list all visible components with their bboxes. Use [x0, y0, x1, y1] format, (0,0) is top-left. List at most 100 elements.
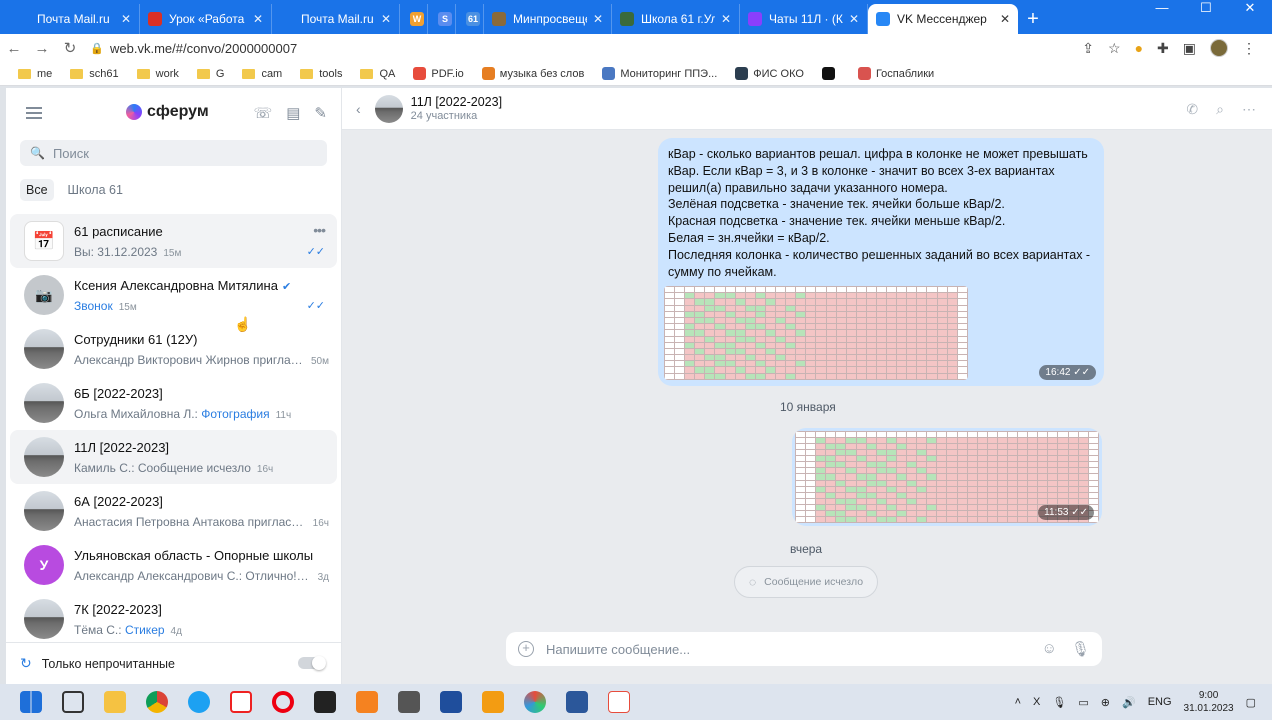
image-message[interactable]: 11:53 ✓✓: [792, 428, 1102, 526]
chat-list-item[interactable]: 6Б [2022-2023] Ольга Михайловна Л.: Фотог…: [10, 376, 337, 430]
browser-tab[interactable]: Чаты 11Л · (Корп ✕: [740, 4, 868, 34]
call-icon[interactable]: ✆: [1186, 101, 1198, 118]
minimize-icon[interactable]: —: [1140, 0, 1184, 18]
filter-all[interactable]: Все: [20, 179, 54, 201]
extension-badge-icon[interactable]: ●: [1135, 40, 1143, 56]
app-multicolor-icon[interactable]: [524, 691, 546, 713]
reload-icon[interactable]: ↻: [56, 39, 84, 57]
bookmark-item[interactable]: Мониторинг ППЭ...: [602, 67, 717, 80]
share-icon[interactable]: ⇪: [1082, 40, 1094, 57]
url-field[interactable]: 🔒 web.vk.me/#/convo/2000000007: [90, 36, 1082, 60]
tray-x-icon[interactable]: X: [1033, 696, 1040, 708]
close-tab-icon[interactable]: ✕: [1000, 12, 1010, 26]
bookmark-item[interactable]: Госпаблики: [857, 67, 934, 80]
menu-icon[interactable]: [26, 107, 42, 119]
word-icon[interactable]: [566, 691, 588, 713]
search-icon[interactable]: ⌕: [1216, 101, 1224, 118]
bookmark-item[interactable]: QA: [360, 68, 395, 80]
tray-mic-icon[interactable]: 🎙: [1052, 696, 1066, 709]
taskbar-clock[interactable]: 9:00 31.01.2023: [1184, 689, 1234, 715]
bookmark-item[interactable]: G: [196, 68, 224, 80]
opera-icon[interactable]: [272, 691, 294, 713]
browser-tab[interactable]: Почта Mail.ru ✕: [8, 4, 140, 34]
new-tab-icon[interactable]: +: [1018, 4, 1048, 34]
chat-list-item[interactable]: 📷 Ксения Александровна Митялина ✔ Звонок 15м…: [10, 268, 337, 322]
close-tab-icon[interactable]: ✕: [121, 12, 131, 26]
chat-list-item[interactable]: 📅 61 расписание Вы: 31.12.2023 15м ✓✓ •••: [10, 214, 337, 268]
close-tab-icon[interactable]: ✕: [593, 12, 603, 26]
chat-list-item[interactable]: 7К [2022-2023] Тёма С.: Стикер 4д: [10, 592, 337, 646]
bookmark-item[interactable]: cam: [242, 68, 282, 80]
puzzle-icon[interactable]: ✚: [1157, 40, 1169, 57]
star-icon[interactable]: ☆: [1108, 40, 1121, 57]
close-tab-icon[interactable]: ✕: [381, 12, 391, 26]
bookmark-item[interactable]: tools: [300, 68, 342, 80]
message-bubble[interactable]: кВар - сколько вариантов решал. цифра в …: [658, 138, 1104, 386]
tray-volume-icon[interactable]: 🔊: [1122, 696, 1136, 709]
browser-tab[interactable]: Школа 61 г.Улья ✕: [612, 4, 740, 34]
sidepanel-icon[interactable]: ▣: [1183, 40, 1196, 57]
conversation-avatar[interactable]: [374, 94, 403, 123]
yandex-icon[interactable]: [230, 691, 252, 713]
chat-list-item[interactable]: Сотрудники 61 (12У) Александр Викторович …: [10, 322, 337, 376]
edge-icon[interactable]: [188, 691, 210, 713]
browser-tab[interactable]: W: [400, 4, 428, 34]
emoji-icon[interactable]: ☺: [1042, 640, 1057, 658]
filter-school-61[interactable]: Школа 61: [62, 179, 129, 201]
app-red-icon[interactable]: [608, 691, 630, 713]
bookmark-item[interactable]: work: [136, 68, 179, 80]
conversation-title[interactable]: 11Л [2022-2023]: [411, 95, 502, 109]
chat-list-item[interactable]: У Ульяновская область - Опорные школы Алек…: [10, 538, 337, 592]
more-icon[interactable]: ⋯: [1242, 101, 1256, 118]
bookmark-item[interactable]: me: [18, 68, 52, 80]
table-image[interactable]: [664, 286, 968, 380]
back-icon[interactable]: ←: [0, 40, 28, 57]
calculator-icon[interactable]: [398, 691, 420, 713]
forward-icon[interactable]: →: [28, 40, 56, 57]
app-orange-icon[interactable]: [482, 691, 504, 713]
chat-list-item[interactable]: 11Л [2022-2023] Камиль С.: Сообщение исче…: [10, 430, 337, 484]
browser-menu-icon[interactable]: ⋮: [1242, 40, 1256, 57]
close-tab-icon[interactable]: ✕: [721, 12, 731, 26]
browser-tab[interactable]: S: [428, 4, 456, 34]
attach-icon[interactable]: +: [518, 641, 534, 657]
chat-options-icon[interactable]: •••: [313, 222, 326, 238]
file-explorer-icon[interactable]: [104, 691, 126, 713]
chrome-icon[interactable]: [146, 691, 168, 713]
message-composer[interactable]: + Напишите сообщение... ☺ 🎙: [506, 632, 1102, 666]
keyboard-language[interactable]: ENG: [1148, 696, 1172, 708]
bookmark-item[interactable]: музыка без слов: [481, 67, 584, 80]
back-arrow-icon[interactable]: ‹: [356, 101, 361, 117]
browser-tab[interactable]: 61: [456, 4, 484, 34]
bookmark-item[interactable]: sch61: [70, 68, 119, 80]
maximize-icon[interactable]: ☐: [1184, 0, 1228, 18]
archive-icon[interactable]: ▤: [286, 104, 300, 122]
tray-chevron-icon[interactable]: ˄: [1015, 696, 1021, 708]
chat-list-item[interactable]: 6А [2022-2023] Анастасия Петровна Антаков…: [10, 484, 337, 538]
unread-only-filter[interactable]: ↻ Только непрочитанные: [6, 642, 342, 684]
bookmark-item[interactable]: PDF.io: [413, 67, 464, 80]
browser-tab[interactable]: Минпросвещен ✕: [484, 4, 612, 34]
profile-avatar[interactable]: [1210, 39, 1228, 57]
bookmark-item[interactable]: ФИС ОКО: [735, 67, 804, 80]
unread-only-toggle[interactable]: [298, 656, 326, 670]
browser-tab[interactable]: Урок «Работа с с ✕: [140, 4, 272, 34]
bookmark-item[interactable]: [821, 67, 840, 80]
notifications-icon[interactable]: ▢: [1246, 696, 1256, 709]
close-window-icon[interactable]: ✕: [1228, 0, 1272, 18]
search-input[interactable]: 🔍 Поиск: [20, 140, 327, 166]
browser-tab[interactable]: Почта Mail.ru ✕: [272, 4, 400, 34]
browser-tab[interactable]: VK Мессенджер ✕: [868, 4, 1018, 34]
close-tab-icon[interactable]: ✕: [849, 12, 859, 26]
tray-network-icon[interactable]: ⊕: [1101, 696, 1110, 709]
tray-battery-icon[interactable]: ▭: [1078, 696, 1088, 709]
microphone-icon[interactable]: 🎙: [1071, 640, 1090, 658]
windows-start-icon[interactable]: [20, 691, 42, 713]
close-tab-icon[interactable]: ✕: [253, 12, 263, 26]
compose-icon[interactable]: ✎: [314, 104, 327, 122]
app-blue-icon[interactable]: [440, 691, 462, 713]
sublime-icon[interactable]: [356, 691, 378, 713]
task-view-icon[interactable]: [62, 691, 84, 713]
add-contact-icon[interactable]: ☏: [253, 104, 272, 122]
terminal-icon[interactable]: [314, 691, 336, 713]
